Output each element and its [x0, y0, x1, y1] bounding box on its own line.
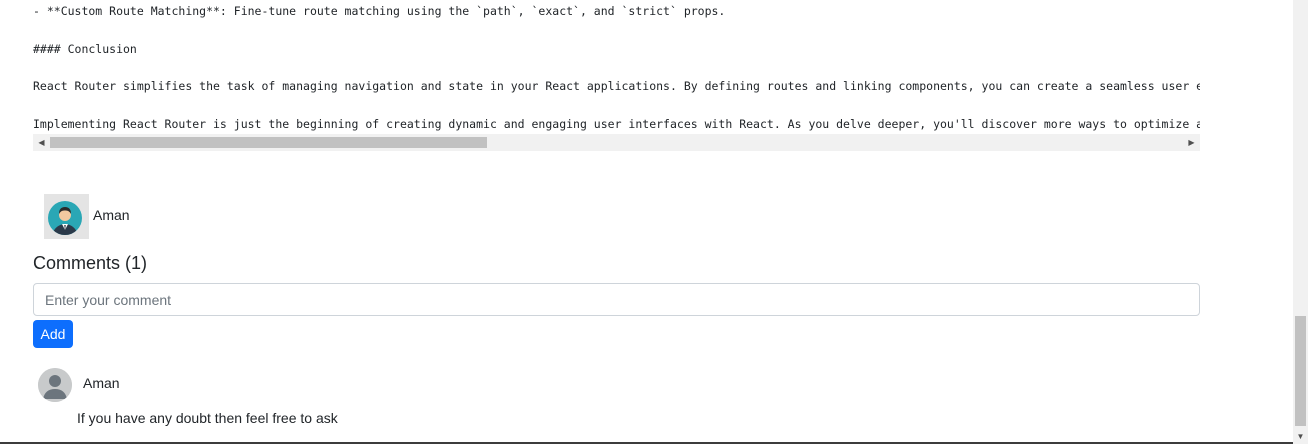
author-name: Aman — [93, 207, 130, 223]
vertical-scrollbar[interactable]: ▼ — [1293, 0, 1308, 444]
code-block: - **Custom Route Matching**: Fine-tune r… — [33, 0, 1200, 151]
add-comment-button[interactable]: Add — [33, 320, 73, 348]
vertical-scroll-thumb[interactable] — [1295, 316, 1306, 426]
code-line: React Router simplifies the task of mana… — [33, 79, 1200, 93]
default-user-icon — [38, 368, 72, 402]
code-line: #### Conclusion — [33, 42, 137, 56]
scroll-down-arrow-icon[interactable]: ▼ — [1293, 429, 1308, 444]
comment-text: If you have any doubt then feel free to … — [77, 410, 338, 426]
scroll-left-arrow-icon[interactable]: ◀ — [33, 134, 50, 151]
code-line: Implementing React Router is just the be… — [33, 117, 1200, 131]
comment-input[interactable] — [33, 283, 1200, 316]
scroll-right-arrow-icon[interactable]: ▶ — [1183, 134, 1200, 151]
code-line: - **Custom Route Matching**: Fine-tune r… — [33, 4, 726, 18]
author-avatar-icon — [44, 194, 89, 239]
horizontal-scrollbar[interactable]: ◀ ▶ — [33, 134, 1200, 151]
comments-heading: Comments (1) — [33, 253, 148, 273]
comment-author-name: Aman — [83, 375, 120, 391]
horizontal-scroll-thumb[interactable] — [50, 137, 487, 148]
